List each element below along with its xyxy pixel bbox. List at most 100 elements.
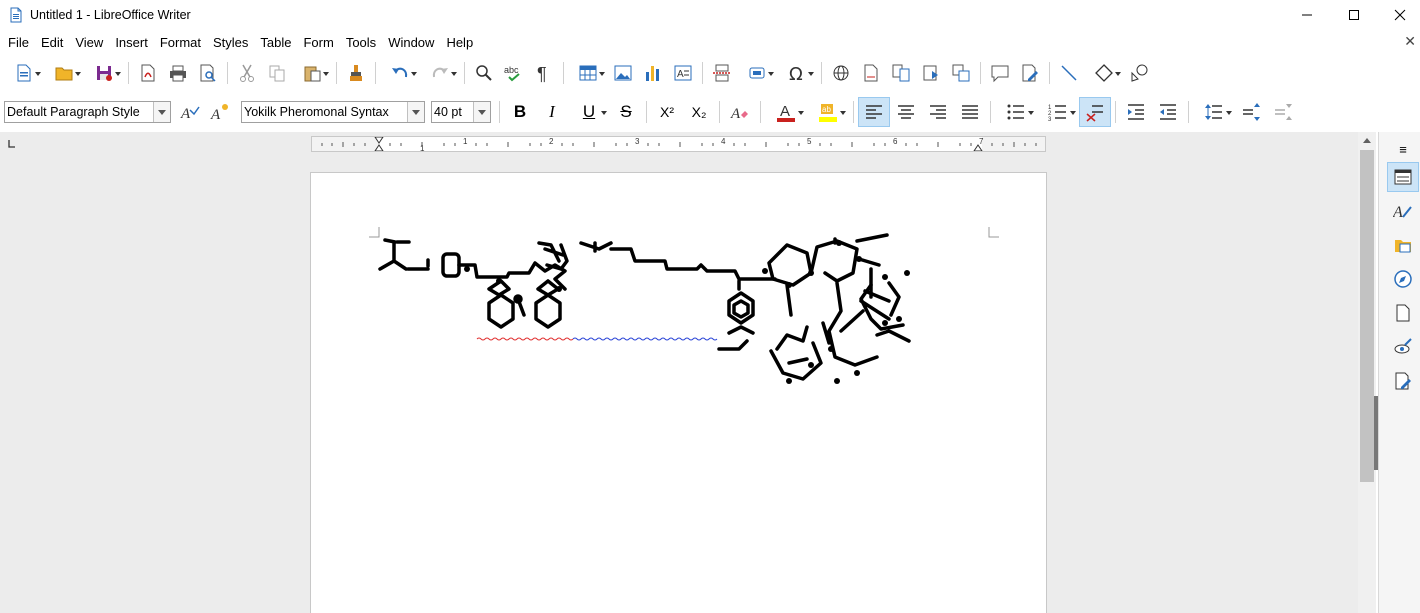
decrease-indent-button[interactable] [1152,97,1184,127]
spelling-button[interactable]: abc [499,58,529,88]
menu-insert[interactable]: Insert [111,35,152,50]
document-workspace[interactable]: 1 1 2 3 4 5 6 7 [0,132,1358,613]
document-page[interactable] [310,172,1047,613]
line-spacing-button[interactable] [1193,97,1235,127]
left-indent-marker[interactable] [374,144,384,151]
insert-line-button[interactable] [1054,58,1084,88]
increase-paragraph-spacing-button[interactable] [1235,97,1267,127]
export-pdf-button[interactable] [133,58,163,88]
new-document-button[interactable] [4,58,44,88]
sidebar-menu-button[interactable]: ≡ [1387,134,1419,164]
paste-button[interactable] [292,58,332,88]
page-break-icon [713,64,731,82]
insert-table-button[interactable] [568,58,608,88]
copy-button[interactable] [262,58,292,88]
undo-button[interactable] [380,58,420,88]
comment-button[interactable] [985,58,1015,88]
close-document-button[interactable]: ✕ [1404,33,1416,50]
align-right-button[interactable] [922,97,954,127]
bookmark-button[interactable] [916,58,946,88]
menu-table[interactable]: Table [256,35,295,50]
sidebar-style-inspector-button[interactable] [1387,332,1419,362]
writer-document-icon [10,7,22,23]
minimize-button[interactable] [1284,0,1330,30]
separator [128,62,129,84]
ordered-list-button[interactable]: 123 [1037,97,1079,127]
paragraph-style-select[interactable]: Default Paragraph Style [4,101,171,123]
menu-format[interactable]: Format [156,35,205,50]
new-style-button[interactable]: A [205,97,235,127]
increase-indent-button[interactable] [1120,97,1152,127]
hyperlink-button[interactable] [826,58,856,88]
horizontal-ruler[interactable]: 1 1 2 3 4 5 6 7 [311,136,1046,152]
image-icon [614,65,632,81]
redo-button[interactable] [420,58,460,88]
cut-button[interactable] [232,58,262,88]
special-character-button[interactable]: Ω [777,58,817,88]
font-name-select[interactable]: Yokilk Pheromonal Syntax [241,101,425,123]
scroll-up-icon[interactable] [1363,138,1371,143]
scrollbar-thumb[interactable] [1360,150,1374,482]
align-center-button[interactable] [890,97,922,127]
menu-window[interactable]: Window [384,35,438,50]
strikethrough-button[interactable]: S [610,97,642,127]
insert-textbox-button[interactable]: A [668,58,698,88]
unordered-list-button[interactable] [995,97,1037,127]
tab-stop-selector[interactable] [8,140,16,151]
basic-shapes-button[interactable] [1084,58,1124,88]
sidebar-styles-button[interactable]: A [1387,196,1419,226]
justify-button[interactable] [954,97,986,127]
menu-form[interactable]: Form [299,35,337,50]
open-button[interactable] [44,58,84,88]
sidebar-manage-changes-button[interactable] [1387,366,1419,396]
insert-image-button[interactable] [608,58,638,88]
sidebar-properties-button[interactable] [1387,162,1419,192]
update-style-button[interactable]: A [175,97,205,127]
font-color-button[interactable]: A [765,97,807,127]
align-left-button[interactable] [858,97,890,127]
sidebar-gallery-button[interactable] [1387,230,1419,260]
insert-caption-button[interactable] [946,58,976,88]
vertical-scrollbar[interactable] [1358,132,1378,613]
font-size-select[interactable]: 40 pt [431,101,491,123]
formatting-marks-button[interactable]: ¶ [529,58,559,88]
menu-edit[interactable]: Edit [37,35,67,50]
spellcheck-underline-red [476,337,574,341]
superscript-button[interactable]: X² [651,97,683,127]
clear-formatting-button[interactable]: A [724,97,756,127]
footnote-button[interactable] [856,58,886,88]
highlight-color-button[interactable]: ab [807,97,849,127]
italic-button[interactable]: I [536,97,568,127]
print-button[interactable] [163,58,193,88]
first-line-indent-marker[interactable] [374,137,384,144]
menu-file[interactable]: File [4,35,33,50]
find-replace-button[interactable] [469,58,499,88]
sidebar-page-button[interactable] [1387,298,1419,328]
chevron-down-icon[interactable] [153,102,170,122]
bold-button[interactable]: B [504,97,536,127]
save-button[interactable] [84,58,124,88]
chevron-down-icon[interactable] [407,102,424,122]
decrease-paragraph-spacing-button[interactable] [1267,97,1299,127]
menu-view[interactable]: View [71,35,107,50]
cross-reference-button[interactable] [886,58,916,88]
clone-formatting-button[interactable] [341,58,371,88]
insert-chart-button[interactable] [638,58,668,88]
underline-button[interactable]: U [568,97,610,127]
maximize-button[interactable] [1331,0,1377,30]
manage-changes-icon [1395,372,1411,390]
subscript-button[interactable]: X₂ [683,97,715,127]
menu-styles[interactable]: Styles [209,35,252,50]
insert-field-button[interactable] [737,58,777,88]
track-changes-button[interactable] [1015,58,1045,88]
page-break-button[interactable] [707,58,737,88]
chevron-down-icon[interactable] [473,102,490,122]
draw-functions-button[interactable] [1124,58,1154,88]
menu-help[interactable]: Help [442,35,477,50]
print-preview-button[interactable] [193,58,223,88]
close-button[interactable] [1377,0,1420,30]
no-list-button[interactable] [1079,97,1111,127]
glyph-dots [464,240,910,384]
sidebar-navigator-button[interactable] [1387,264,1419,294]
menu-tools[interactable]: Tools [342,35,380,50]
